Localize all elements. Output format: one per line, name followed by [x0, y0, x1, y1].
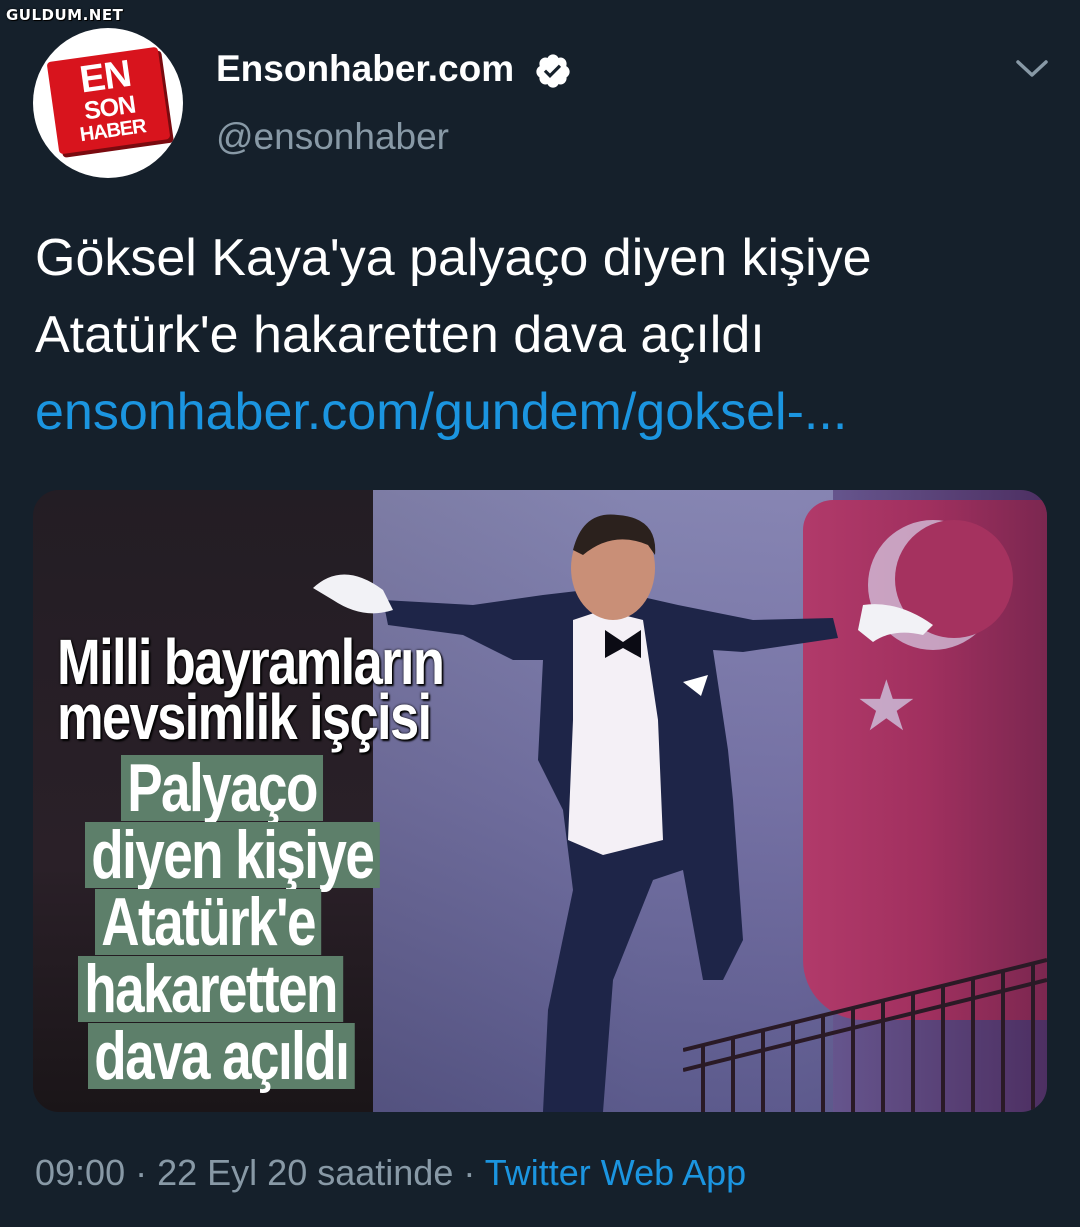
meta-separator: · [135, 1152, 148, 1193]
tweet-link[interactable]: ensonhaber.com/gundem/goksel-... [35, 374, 1045, 451]
tweet-date[interactable]: 22 Eyl 20 saatinde [157, 1152, 453, 1193]
media-subhead-line-2: diyen kişiye [85, 821, 380, 889]
tweet-text-line-2: Atatürk'e hakaretten dava açıldı [35, 306, 765, 364]
media-subhead-line-1: Palyaço [121, 754, 324, 822]
tweet-meta: 09:00 · 22 Eyl 20 saatinde · Twitter Web… [35, 1152, 746, 1194]
account-avatar[interactable]: EN SON HABER [33, 28, 183, 178]
media-subhead-line-3: Atatürk'e [95, 888, 322, 956]
photo-dancing-man [313, 514, 933, 1112]
ensonhaber-logo: EN SON HABER [46, 46, 172, 162]
account-display-name[interactable]: Ensonhaber.com [216, 48, 514, 90]
meta-separator: · [463, 1152, 476, 1193]
tweet-text-line-1: Göksel Kaya'ya palyaço diyen kişiye [35, 229, 872, 287]
chevron-down-icon[interactable] [1012, 54, 1052, 82]
media-subhead-line-4: hakaretten [78, 955, 344, 1023]
media-headline-line-2: mevsimlik işçisi [57, 681, 432, 753]
tweet-time[interactable]: 09:00 [35, 1152, 125, 1193]
tweet-media-image[interactable]: ★ Milli bayramların mevsimlik işçisi Pal… [33, 490, 1047, 1112]
media-subhead-line-5: dava açıldı [88, 1022, 355, 1090]
tweet-text: Göksel Kaya'ya palyaço diyen kişiye Atat… [35, 220, 1045, 451]
account-handle[interactable]: @ensonhaber [216, 116, 449, 158]
tweet-source-app[interactable]: Twitter Web App [485, 1152, 746, 1193]
site-watermark: GULDUM.NET [6, 6, 124, 24]
verified-badge-icon [536, 54, 570, 88]
